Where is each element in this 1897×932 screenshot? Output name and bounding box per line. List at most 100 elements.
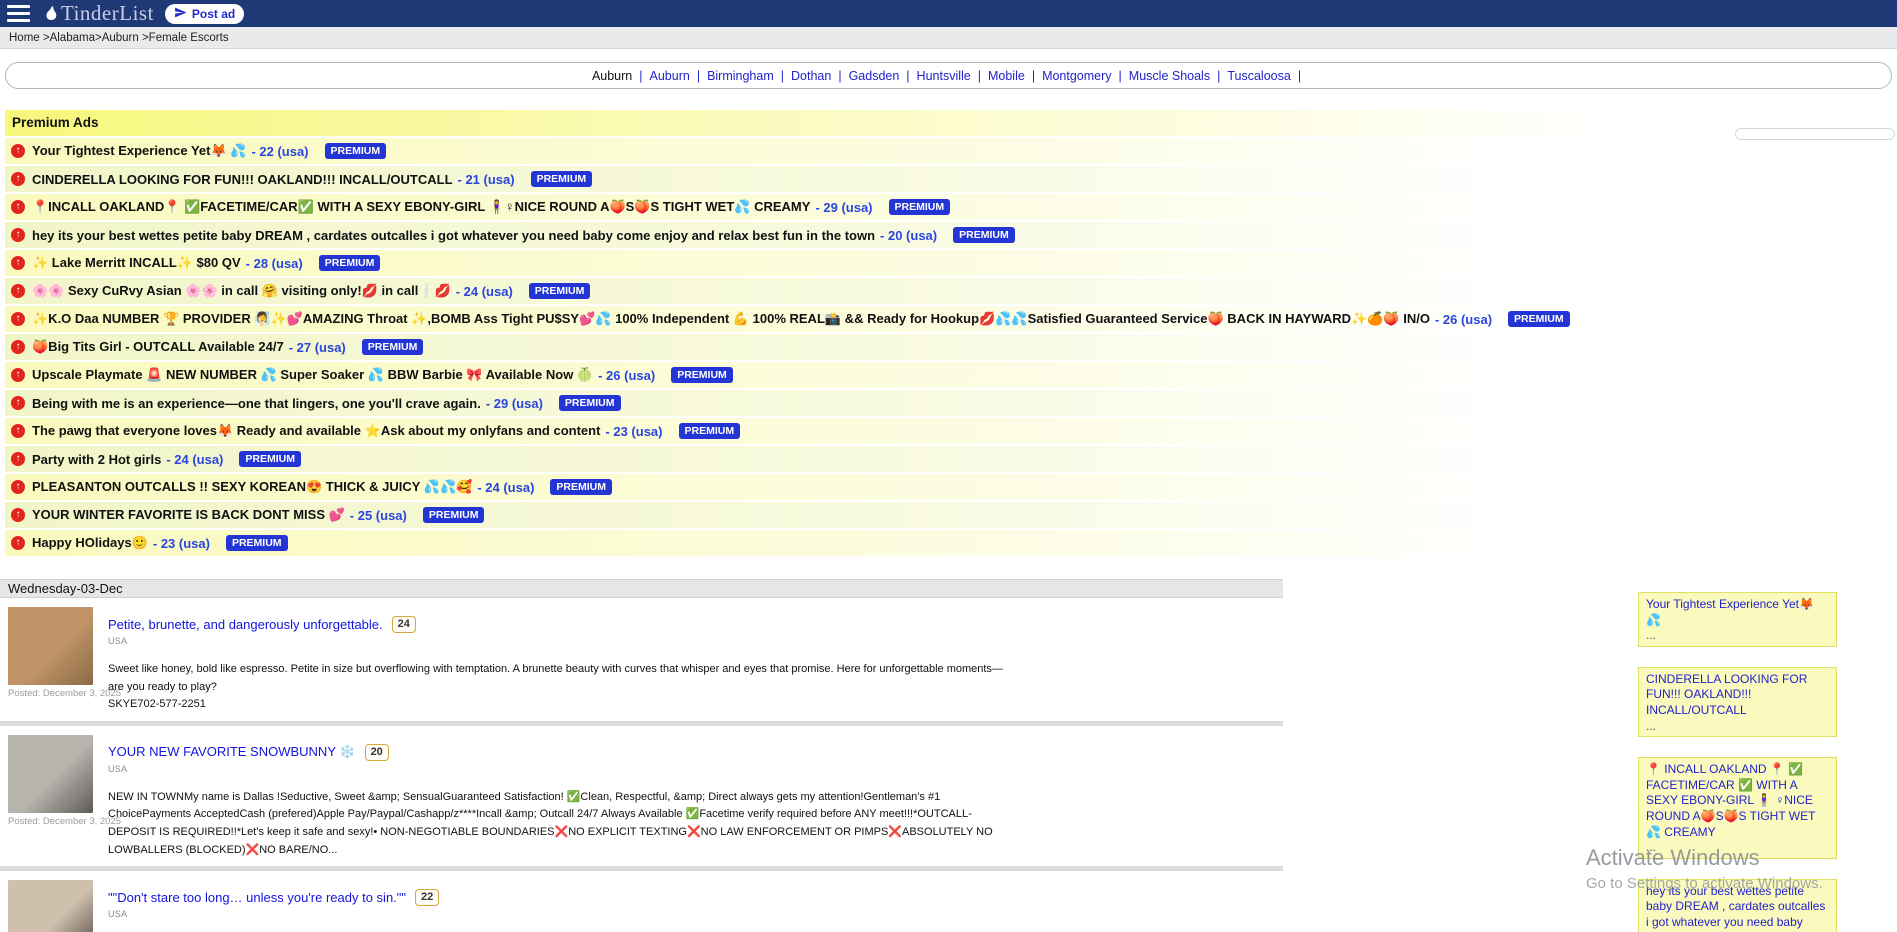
premium-ad-row[interactable]: ↑ Upscale Playmate 🚨 NEW NUMBER 💦 Super S… [5, 362, 1892, 388]
listings-feed: Posted: December 3, 2025 Petite, brunette… [0, 598, 1283, 932]
premium-ad-row[interactable]: ↑✨K.O Daa NUMBER 🏆 PROVIDER 🧖‍♀️✨💕AMAZIN… [5, 306, 1892, 332]
premium-badge: PREMIUM [889, 199, 951, 215]
premium-ad-row[interactable]: ↑ CINDERELLA LOOKING FOR FUN!!! OAKLAND!!… [5, 166, 1892, 192]
listing-title-link[interactable]: ""Don't stare too long… unless you're re… [108, 890, 406, 905]
city-link-auburn[interactable]: Auburn [650, 69, 690, 83]
city-separator: | [978, 69, 981, 83]
city-link-dothan[interactable]: Dothan [791, 69, 831, 83]
premium-badge: PREMIUM [226, 535, 288, 551]
city-link-gadsden[interactable]: Gadsden [849, 69, 900, 83]
premium-ad-title[interactable]: 🍑Big Tits Girl - OUTCALL Available 24/7 [32, 339, 284, 355]
premium-ad-age: - 28 (usa) [246, 256, 303, 271]
premium-badge: PREMIUM [531, 171, 593, 187]
premium-ad-title[interactable]: CINDERELLA LOOKING FOR FUN!!! OAKLAND!!!… [32, 172, 453, 187]
site-logo-text: TinderList [61, 1, 154, 26]
post-ad-button[interactable]: Post ad [165, 4, 244, 24]
premium-badge: PREMIUM [319, 255, 381, 271]
premium-ad-title[interactable]: The pawg that everyone loves🦊 Ready and … [32, 423, 600, 439]
listing-description: Sweet like honey, bold like espresso. Pe… [108, 661, 1012, 696]
premium-ad-title[interactable]: YOUR WINTER FAVORITE IS BACK DONT MISS 💕 [32, 507, 345, 523]
premium-ad-row[interactable]: ↑ 🍑Big Tits Girl - OUTCALL Available 24/7… [5, 334, 1892, 360]
sidebar-premium-title[interactable]: CINDERELLA LOOKING FOR FUN!!! OAKLAND!!!… [1646, 672, 1829, 719]
premium-ad-row[interactable]: ↑ hey its your best wettes petite baby DR… [5, 222, 1892, 248]
premium-ad-title[interactable]: 🌸🌸 Sexy CuRvy Asian 🌸🌸 in call 🤗 visitin… [32, 283, 451, 299]
premium-ad-row[interactable]: ↑📍INCALL OAKLAND📍 ✅FACETIME/CAR✅ WITH A … [5, 194, 1892, 220]
up-arrow-icon: ↑ [11, 396, 25, 410]
up-arrow-icon: ↑ [11, 256, 25, 270]
premium-ad-row[interactable]: ↑ PLEASANTON OUTCALLS !! SEXY KOREAN😍 THI… [5, 474, 1892, 500]
sidebar-premium-box[interactable]: hey its your best wettes petite baby DRE… [1638, 879, 1837, 932]
hamburger-menu-icon[interactable] [7, 5, 30, 22]
site-logo[interactable]: TinderList [41, 1, 154, 26]
premium-ad-age: - 25 (usa) [350, 508, 407, 523]
premium-ad-title[interactable]: 📍INCALL OAKLAND📍 ✅FACETIME/CAR✅ WITH A S… [32, 199, 810, 215]
premium-ad-row[interactable]: ↑Happy HOlidays🙂 - 23 (usa)PREMIUM [5, 530, 1892, 556]
paper-plane-icon [174, 6, 187, 22]
premium-ad-title[interactable]: ✨K.O Daa NUMBER 🏆 PROVIDER 🧖‍♀️✨💕AMAZING… [32, 311, 1430, 327]
posted-date: Posted: December 3, 2025 [8, 688, 102, 699]
sidebar-premium-title[interactable]: hey its your best wettes petite baby DRE… [1646, 884, 1829, 932]
listing-thumbnail[interactable] [8, 880, 93, 932]
up-arrow-icon: ↑ [11, 480, 25, 494]
premium-ad-age: - 27 (usa) [289, 340, 346, 355]
city-link-birmingham[interactable]: Birmingham [707, 69, 774, 83]
premium-ad-row[interactable]: ↑Party with 2 Hot girls - 24 (usa)PREMIU… [5, 446, 1892, 472]
sidebar-premium-title[interactable]: 📍 INCALL OAKLAND 📍 ✅ FACETIME/CAR ✅ WITH… [1646, 762, 1829, 840]
listing-title-link[interactable]: YOUR NEW FAVORITE SNOWBUNNY ❄️ [108, 744, 356, 760]
listing-title-row: ""Don't stare too long… unless you're re… [108, 889, 1012, 906]
sidebar-premium-box[interactable]: Your Tightest Experience Yet🦊 💦... [1638, 592, 1837, 647]
premium-ad-row[interactable]: ↑ ✨ Lake Merritt INCALL✨ $80 QV - 28 (usa… [5, 250, 1892, 276]
listing-thumbnail[interactable] [8, 607, 93, 685]
city-link-mobile[interactable]: Mobile [988, 69, 1025, 83]
sidebar-premium-title[interactable]: Your Tightest Experience Yet🦊 💦 [1646, 597, 1829, 628]
up-arrow-icon: ↑ [11, 508, 25, 522]
listing-title-link[interactable]: Petite, brunette, and dangerously unforg… [108, 617, 383, 632]
premium-ad-title[interactable]: Upscale Playmate 🚨 NEW NUMBER 💦 Super So… [32, 367, 593, 383]
premium-ad-title[interactable]: Party with 2 Hot girls [32, 452, 161, 467]
up-arrow-icon: ↑ [11, 340, 25, 354]
premium-ad-row[interactable]: ↑🌸🌸 Sexy CuRvy Asian 🌸🌸 in call 🤗 visiti… [5, 278, 1892, 304]
premium-ad-title[interactable]: hey its your best wettes petite baby DRE… [32, 228, 875, 243]
premium-ad-title[interactable]: Happy HOlidays🙂 [32, 535, 148, 551]
city-link-muscle-shoals[interactable]: Muscle Shoals [1129, 69, 1210, 83]
premium-ad-title[interactable]: ✨ Lake Merritt INCALL✨ $80 QV [32, 255, 241, 271]
up-arrow-icon: ↑ [11, 228, 25, 242]
premium-badge: PREMIUM [529, 283, 591, 299]
up-arrow-icon: ↑ [11, 452, 25, 466]
premium-sidebar: Your Tightest Experience Yet🦊 💦...CINDER… [1638, 592, 1837, 932]
premium-ad-age: - 22 (usa) [251, 144, 308, 159]
up-arrow-icon: ↑ [11, 368, 25, 382]
listing-contact: SKYE702-577-2251 [108, 696, 1012, 714]
premium-ad-age: - 26 (usa) [598, 368, 655, 383]
date-header: Wednesday-03-Dec [0, 579, 1283, 598]
premium-badge: PREMIUM [362, 339, 424, 355]
listing-title-row: Petite, brunette, and dangerously unforg… [108, 616, 1012, 633]
premium-ad-title[interactable]: Your Tightest Experience Yet🦊 💦 [32, 143, 246, 159]
city-link-huntsville[interactable]: Huntsville [917, 69, 971, 83]
premium-ad-row[interactable]: ↑ The pawg that everyone loves🦊 Ready and… [5, 418, 1892, 444]
sidebar-premium-box[interactable]: 📍 INCALL OAKLAND 📍 ✅ FACETIME/CAR ✅ WITH… [1638, 757, 1837, 859]
premium-badge: PREMIUM [671, 367, 733, 383]
sidebar-ellipsis: ... [1646, 719, 1829, 735]
premium-ad-row[interactable]: ↑ Being with me is an experience—one that… [5, 390, 1892, 416]
listing-thumbnail[interactable] [8, 735, 93, 813]
city-separator: | [639, 69, 642, 83]
listing-title-row: YOUR NEW FAVORITE SNOWBUNNY ❄️20 [108, 744, 1012, 761]
city-separator: | [906, 69, 909, 83]
listing-card: Posted: December 3, 2025 Petite, brunette… [0, 598, 1283, 714]
listing-country: USA [108, 909, 1012, 919]
city-separator: | [1032, 69, 1035, 83]
up-arrow-icon: ↑ [11, 172, 25, 186]
sidebar-premium-box[interactable]: CINDERELLA LOOKING FOR FUN!!! OAKLAND!!!… [1638, 667, 1837, 737]
listing-left-column: Posted: December 3, 2025 [8, 735, 102, 859]
up-arrow-icon: ↑ [11, 424, 25, 438]
premium-ad-row[interactable]: ↑ YOUR WINTER FAVORITE IS BACK DONT MISS … [5, 502, 1892, 528]
premium-ad-title[interactable]: PLEASANTON OUTCALLS !! SEXY KOREAN😍 THIC… [32, 479, 472, 495]
navbar: TinderList Post ad [0, 0, 1897, 27]
premium-ad-row[interactable]: ↑Your Tightest Experience Yet🦊 💦 - 22 (u… [5, 138, 1892, 164]
breadcrumb[interactable]: Home >Alabama>Auburn >Female Escorts [0, 27, 1897, 49]
city-link-tuscaloosa[interactable]: Tuscaloosa [1227, 69, 1290, 83]
premium-ad-age: - 24 (usa) [477, 480, 534, 495]
city-link-montgomery[interactable]: Montgomery [1042, 69, 1111, 83]
premium-ad-title[interactable]: Being with me is an experience—one that … [32, 396, 481, 411]
